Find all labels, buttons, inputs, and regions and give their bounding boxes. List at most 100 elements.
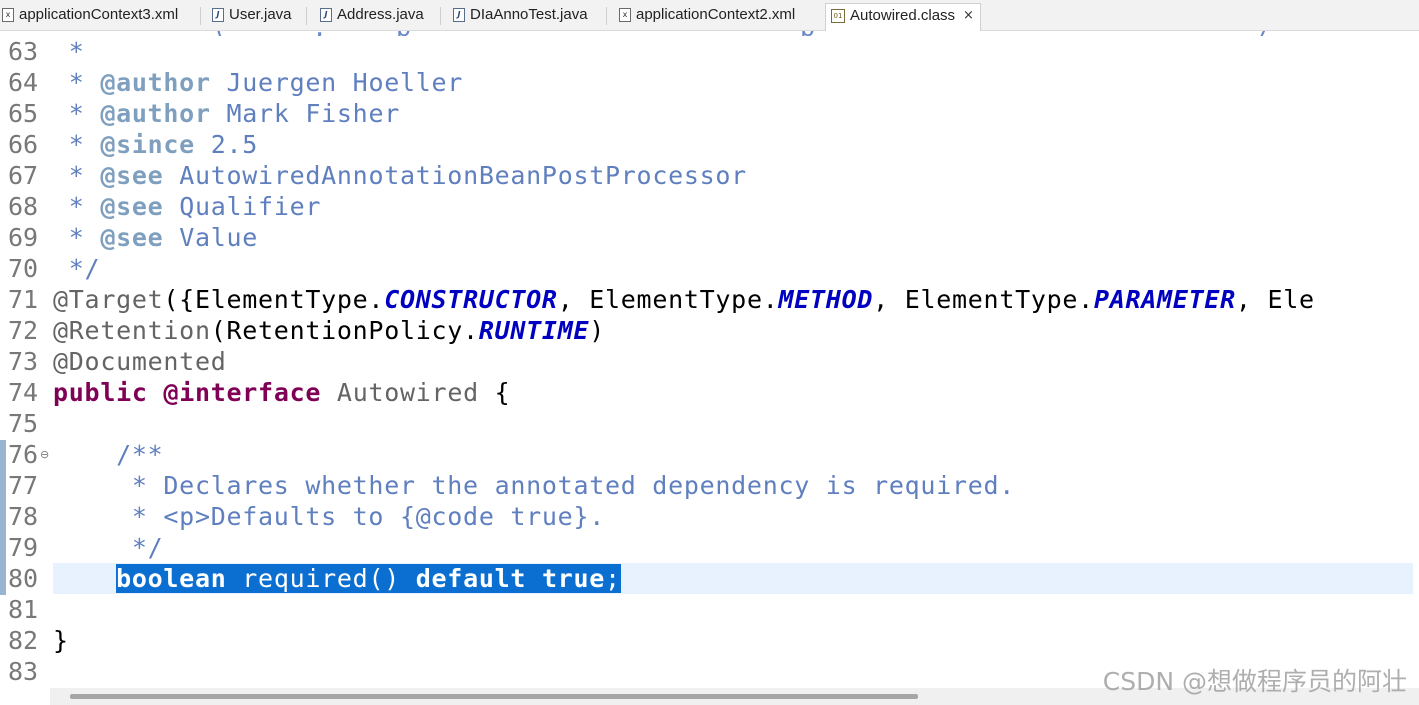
xml-file-icon: x xyxy=(619,8,631,23)
code-text: boolean required() default true; xyxy=(53,563,621,594)
editor-tab-bar: x applicationContext3.xml J User.java J Add… xyxy=(0,0,1419,31)
line-number: 80 xyxy=(8,564,39,593)
code-token: , Ele xyxy=(1235,285,1315,314)
code-token: * xyxy=(53,192,101,221)
line-number: 70 xyxy=(8,254,39,283)
code-line[interactable]: 69 * @see Value xyxy=(0,222,1419,253)
tab-dlaannotest-java[interactable]: J DIaAnnoTest.java xyxy=(453,3,588,31)
code-token: Value xyxy=(163,223,259,252)
code-line[interactable]: 67 * @see AutowiredAnnotationBeanPostPro… xyxy=(0,160,1419,191)
scrollbar-thumb[interactable] xyxy=(70,694,918,699)
code-token: public xyxy=(53,378,148,407)
code-line[interactable]: 82} xyxy=(0,625,1419,656)
code-text: @Retention(RetentionPolicy.RUNTIME) xyxy=(53,315,605,346)
line-number: 64 xyxy=(8,68,39,97)
line-number: 78 xyxy=(8,502,39,531)
code-line[interactable]: 70 */ xyxy=(0,253,1419,284)
watermark: CSDN @想做程序员的阿壮 xyxy=(1102,667,1407,696)
code-text: * @author Mark Fisher xyxy=(53,98,400,129)
line-number: 71 xyxy=(8,285,39,314)
code-token: 2.5 xyxy=(194,130,259,159)
tab-divider xyxy=(606,7,607,25)
code-token: Mark Fisher xyxy=(210,99,400,128)
line-number: 72 xyxy=(8,316,39,345)
code-text: @Target({ElementType.CONSTRUCTOR, Elemen… xyxy=(53,284,1315,315)
code-token: */ xyxy=(53,254,101,283)
code-line[interactable]: 79 */ xyxy=(0,532,1419,563)
code-line[interactable]: 76 ⊖ /** xyxy=(0,439,1419,470)
code-token: { xyxy=(478,378,511,407)
code-token: */ xyxy=(53,533,164,562)
line-number: 83 xyxy=(8,657,39,686)
code-token: * xyxy=(53,68,101,97)
code-line[interactable]: 74 public @interface Autowired { xyxy=(0,377,1419,408)
line-number: 63 xyxy=(8,37,39,66)
code-token: } xyxy=(53,626,69,655)
xml-file-icon: x xyxy=(2,8,14,23)
line-number: 74 xyxy=(8,378,39,407)
code-line[interactable]: 73 @Documented xyxy=(0,346,1419,377)
line-number: 79 xyxy=(8,533,39,562)
selected-code-token: ; xyxy=(605,564,621,593)
code-token: Juergen Hoeller xyxy=(210,68,464,97)
code-text: */ xyxy=(53,253,100,284)
tab-applicationcontext2-xml[interactable]: x applicationContext2.xml xyxy=(619,3,795,31)
code-editor[interactable]: 63 * 64 * @author Juergen Hoeller 65 * @au… xyxy=(0,36,1419,688)
tab-divider xyxy=(306,7,307,25)
selected-code-token: true xyxy=(541,564,606,593)
line-number: 81 xyxy=(8,595,39,624)
selected-code-token xyxy=(526,564,542,593)
fold-toggle-icon[interactable]: ⊖ xyxy=(40,439,49,470)
selected-code-token: default xyxy=(415,564,527,593)
code-token: @Documented xyxy=(53,347,227,376)
tab-user-java[interactable]: J User.java xyxy=(212,3,292,31)
code-token: (RetentionPolicy. xyxy=(210,316,479,345)
code-line[interactable]: 65 * @author Mark Fisher xyxy=(0,98,1419,129)
code-text: } xyxy=(53,625,69,656)
line-number: 65 xyxy=(8,99,39,128)
code-token: , ElementType. xyxy=(873,285,1094,314)
code-line[interactable]: 71 @Target({ElementType.CONSTRUCTOR, Elem… xyxy=(0,284,1419,315)
code-token: @interface xyxy=(163,378,322,407)
code-line[interactable]: 75 xyxy=(0,408,1419,439)
code-token: RUNTIME xyxy=(478,316,590,345)
code-token: @Retention xyxy=(53,316,211,345)
code-line[interactable]: 66 * @since 2.5 xyxy=(0,129,1419,160)
code-token: Qualifier xyxy=(163,192,322,221)
code-token: ({ElementType. xyxy=(163,285,385,314)
code-line[interactable]: 77 * Declares whether the annotated depe… xyxy=(0,470,1419,501)
line-number: 73 xyxy=(8,347,39,376)
code-line-current[interactable]: 80 boolean required() default true; xyxy=(8,563,1413,594)
code-line[interactable]: 68 * @see Qualifier xyxy=(0,191,1419,222)
code-token: ) xyxy=(589,316,606,345)
code-token: CONSTRUCTOR xyxy=(384,285,558,314)
tab-label: applicationContext2.xml xyxy=(636,6,796,24)
code-text: @Documented xyxy=(53,346,226,377)
tab-autowired-class[interactable]: 01 Autowired.class × xyxy=(825,3,981,31)
tab-address-java[interactable]: J Address.java xyxy=(320,3,424,31)
code-line[interactable]: 78 * <p>Defaults to {@code true}. xyxy=(0,501,1419,532)
code-token: AutowiredAnnotationBeanPostProcessor xyxy=(163,161,747,190)
java-file-icon: J xyxy=(453,8,465,23)
code-line[interactable]: 72 @Retention(RetentionPolicy.RUNTIME) xyxy=(0,315,1419,346)
line-number: 75 xyxy=(8,409,39,438)
tab-label: Address.java xyxy=(337,6,424,24)
code-text: public @interface Autowired { xyxy=(53,377,510,408)
code-text: * @since 2.5 xyxy=(53,129,258,160)
code-token: @Target xyxy=(53,285,164,314)
code-token: * xyxy=(53,99,101,128)
code-text: * @author Juergen Hoeller xyxy=(53,67,463,98)
line-number: 66 xyxy=(8,130,39,159)
tab-label: Autowired.class xyxy=(850,7,956,25)
code-line[interactable]: 63 * xyxy=(0,36,1419,67)
code-text: * <p>Defaults to {@code true}. xyxy=(53,501,605,532)
code-token: , ElementType. xyxy=(557,285,779,314)
close-icon[interactable]: × xyxy=(963,2,974,30)
tab-applicationcontext3-xml[interactable]: x applicationContext3.xml xyxy=(2,3,178,31)
code-token: @see xyxy=(100,223,164,252)
code-line[interactable]: 81 xyxy=(0,594,1419,625)
code-line[interactable]: 64 * @author Juergen Hoeller xyxy=(0,67,1419,98)
tab-label: User.java xyxy=(229,6,292,24)
